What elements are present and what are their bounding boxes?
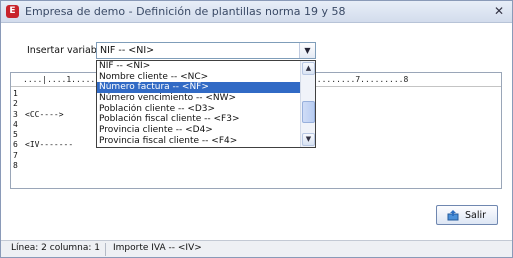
scrollbar-thumb[interactable] [302, 101, 315, 123]
insert-variable-combo[interactable]: NIF -- <NI> ▼ [96, 42, 316, 59]
line-number-gutter: 1 2 3 4 5 6 7 8 [11, 89, 23, 171]
close-icon[interactable]: ✕ [494, 4, 504, 18]
template-line[interactable]: <IV------- [25, 140, 73, 150]
app-icon: E [6, 5, 19, 18]
insert-variable-dropdown[interactable]: NIF -- <NI> Nombre cliente -- <NC> Númer… [96, 60, 316, 148]
exit-icon [447, 210, 459, 221]
dropdown-option[interactable]: Provincia fiscal cliente -- <F4> [97, 136, 301, 147]
title-bar: E Empresa de demo - Definición de planti… [1, 1, 512, 23]
line-number: 6 [13, 140, 18, 150]
dropdown-option[interactable]: Provincia cliente -- <D4> [97, 125, 301, 136]
scroll-down-icon[interactable]: ▼ [302, 133, 315, 146]
dropdown-list: NIF -- <NI> Nombre cliente -- <NC> Númer… [97, 61, 301, 147]
exit-button[interactable]: Salir [436, 205, 498, 225]
current-field: Importe IVA -- <IV> [113, 243, 202, 253]
template-definition-window: E Empresa de demo - Definición de planti… [0, 0, 513, 258]
window-title: Empresa de demo - Definición de plantill… [25, 5, 346, 18]
dropdown-scrollbar[interactable]: ▲ ▼ [300, 61, 315, 147]
status-separator [105, 243, 106, 256]
line-number: 7 [13, 150, 18, 160]
insert-variable-value: NIF -- <NI> [100, 45, 155, 56]
template-line[interactable]: <CC----> [25, 110, 73, 120]
scroll-up-icon[interactable]: ▲ [302, 62, 315, 75]
dropdown-option[interactable]: Población fiscal cliente -- <F3> [97, 114, 301, 125]
template-text[interactable]: <CC----> <IV------- [25, 89, 73, 171]
dropdown-option[interactable]: NIF -- <NI> [97, 61, 301, 72]
status-bar: Línea: 2 columna: 1 Importe IVA -- <IV> [1, 240, 512, 257]
line-number: 4 [13, 119, 18, 129]
dropdown-option[interactable]: Población cliente -- <D3> [97, 104, 301, 115]
exit-button-label: Salir [465, 210, 487, 221]
line-number: 3 [13, 109, 18, 119]
line-number: 1 [13, 89, 18, 98]
chevron-down-icon[interactable]: ▼ [299, 43, 315, 58]
cursor-position: Línea: 2 columna: 1 [11, 243, 101, 253]
line-number: 5 [13, 130, 18, 140]
dropdown-option-highlighted[interactable]: Número factura -- <NF> [97, 82, 301, 94]
insert-variable-label: Insertar variable [27, 45, 106, 56]
line-number: 8 [13, 161, 18, 171]
line-number: 2 [13, 99, 18, 109]
dropdown-option[interactable]: Nombre cliente -- <NC> [97, 72, 301, 83]
dropdown-option[interactable]: Número vencimiento -- <NW> [97, 93, 301, 104]
